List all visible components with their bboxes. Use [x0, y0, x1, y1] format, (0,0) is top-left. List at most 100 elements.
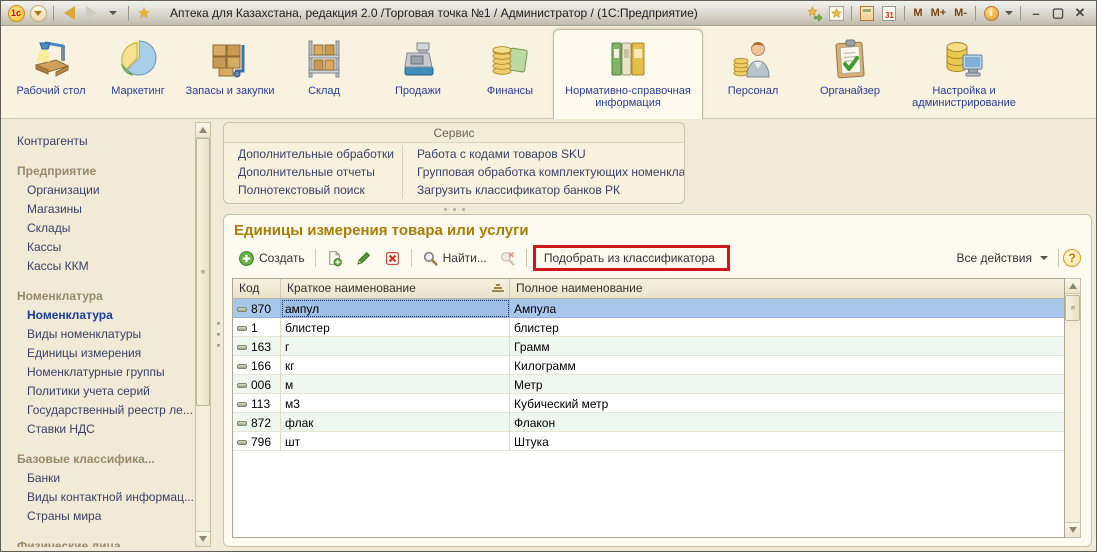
calendar-icon[interactable]: 31	[879, 4, 899, 23]
maximize-button[interactable]: ▢	[1048, 4, 1068, 23]
sidebar-group-label: Номенклатура	[17, 287, 195, 306]
sidebar-splitter[interactable]	[213, 122, 223, 547]
pick-from-classifier-button[interactable]: Подобрать из классификатора	[538, 248, 721, 268]
table-row[interactable]: 163гГрамм	[233, 337, 1064, 356]
create-button[interactable]: Создать	[232, 247, 311, 270]
sidebar-item[interactable]: Страны мира	[17, 507, 195, 526]
sidebar-item[interactable]: Виды номенклатуры	[17, 325, 195, 344]
sidebar-group-label: Базовые классифика...	[17, 450, 195, 469]
service-link[interactable]: Групповая обработка комплектующих номенк…	[417, 163, 685, 181]
catalog-item-icon	[237, 326, 247, 331]
sidebar-item[interactable]: Ставки НДС	[17, 420, 195, 439]
tab-label: Склад	[308, 85, 340, 97]
panel-splitter[interactable]	[223, 204, 685, 214]
shelf-icon	[300, 36, 348, 82]
service-link[interactable]: Полнотекстовый поиск	[238, 181, 394, 199]
catalog-item-icon	[237, 440, 247, 445]
memory-add-button[interactable]: М+	[928, 4, 950, 23]
close-button[interactable]: ✕	[1070, 4, 1090, 23]
ribbon-tab-7[interactable]: Нормативно-справочная информация	[553, 29, 703, 119]
scroll-down-icon[interactable]	[1065, 522, 1080, 537]
service-link[interactable]: Дополнительные обработки	[238, 145, 394, 163]
history-dropdown-icon[interactable]	[103, 4, 123, 23]
ribbon-tab-4[interactable]: Склад	[279, 30, 369, 118]
table-row[interactable]: 870ампулАмпула	[233, 299, 1064, 318]
column-header[interactable]: Краткое наименование	[281, 279, 510, 298]
divider	[975, 6, 976, 21]
units-of-measure-panel: Единицы измерения товара или услуги Созд…	[223, 214, 1092, 547]
short-name-cell: м3	[281, 394, 510, 413]
code-cell: 166	[233, 356, 281, 375]
binders-icon	[604, 36, 652, 82]
edit-item-button[interactable]	[349, 247, 378, 270]
find-button[interactable]: Найти...	[416, 247, 493, 270]
scroll-down-icon[interactable]	[196, 531, 210, 546]
divider	[526, 249, 527, 267]
table-scrollbar[interactable]	[1065, 278, 1081, 538]
back-button[interactable]	[59, 4, 79, 23]
boxes-icon	[206, 36, 254, 82]
sidebar-item[interactable]: Кассы	[17, 238, 195, 257]
ribbon-tab-8[interactable]: Персонал	[703, 30, 803, 118]
chevron-down-icon	[1040, 256, 1048, 260]
ribbon-tab-1[interactable]: Рабочий стол	[7, 30, 95, 118]
sidebar-item[interactable]: Виды контактной информац...	[17, 488, 195, 507]
sidebar-item-selected[interactable]: Номенклатура	[17, 306, 195, 325]
ribbon-tab-5[interactable]: Продажи	[369, 30, 467, 118]
info-icon[interactable]: i	[981, 4, 1001, 23]
help-button[interactable]: ?	[1063, 249, 1081, 267]
sidebar-item[interactable]: Кассы ККМ	[17, 257, 195, 276]
service-link[interactable]: Загрузить классификатор банков РК	[417, 181, 685, 199]
ribbon-tab-3[interactable]: Запасы и закупки	[181, 30, 279, 118]
sidebar-item[interactable]: Склады	[17, 219, 195, 238]
table-row[interactable]: 006мМетр	[233, 375, 1064, 394]
service-link[interactable]: Работа с кодами товаров SKU	[417, 145, 685, 163]
titlebar-right-controls: 31 М М+ М- i – ▢ ✕	[804, 4, 1090, 23]
main-menu-button[interactable]	[28, 4, 48, 23]
ribbon-tab-2[interactable]: Маркетинг	[95, 30, 181, 118]
sidebar-item[interactable]: Государственный реестр ле...	[17, 401, 195, 420]
add-favorite-icon[interactable]	[826, 4, 846, 23]
sidebar-item[interactable]: Банки	[17, 469, 195, 488]
delete-item-button[interactable]	[378, 247, 407, 270]
sidebar-item[interactable]: Политики учета серий	[17, 382, 195, 401]
sidebar: КонтрагентыПредприятиеОрганизацииМагазин…	[5, 122, 213, 547]
sidebar-item[interactable]: Номенклатурные группы	[17, 363, 195, 382]
minimize-button[interactable]: –	[1026, 4, 1046, 23]
table-row[interactable]: 796штШтука	[233, 432, 1064, 451]
scroll-up-icon[interactable]	[1065, 279, 1080, 294]
forward-button[interactable]	[81, 4, 101, 23]
table-row[interactable]: 113м3Кубический метр	[233, 394, 1064, 413]
ribbon-tab-9[interactable]: Органайзер	[803, 30, 897, 118]
service-link[interactable]: Дополнительные отчеты	[238, 163, 394, 181]
copy-item-button[interactable]	[320, 247, 349, 270]
short-name-cell: ампул	[281, 299, 510, 318]
ribbon-tab-6[interactable]: Финансы	[467, 30, 553, 118]
calculator-icon[interactable]	[857, 4, 877, 23]
all-actions-button[interactable]: Все действия	[951, 248, 1054, 268]
ribbon-tab-10[interactable]: Настройка и администрирование	[897, 30, 1031, 118]
goto-link-icon[interactable]	[804, 4, 824, 23]
short-name-cell: блистер	[281, 318, 510, 337]
table-row[interactable]: 1блистерблистер	[233, 318, 1064, 337]
sidebar-item[interactable]: Магазины	[17, 200, 195, 219]
clear-find-button[interactable]	[493, 247, 522, 270]
full-name-cell: блистер	[510, 318, 1064, 337]
divider	[128, 6, 129, 21]
memory-recall-button[interactable]: М	[910, 4, 925, 23]
memory-subtract-button[interactable]: М-	[951, 4, 970, 23]
sidebar-item[interactable]: Организации	[17, 181, 195, 200]
column-header[interactable]: Код	[233, 279, 281, 298]
sidebar-scrollbar[interactable]	[195, 122, 211, 547]
table-row[interactable]: 872флакФлакон	[233, 413, 1064, 432]
sidebar-item[interactable]: Контрагенты	[17, 132, 195, 151]
column-header[interactable]: Полное наименование	[510, 279, 1064, 298]
scroll-up-icon[interactable]	[196, 123, 210, 138]
favorites-star-icon[interactable]: ★	[134, 4, 154, 23]
catalog-item-icon	[237, 402, 247, 407]
sidebar-item[interactable]: Единицы измерения	[17, 344, 195, 363]
1c-logo-icon[interactable]: 1с	[6, 4, 26, 23]
tab-label: Настройка и администрирование	[897, 85, 1031, 109]
info-dropdown-icon[interactable]	[1003, 4, 1015, 23]
table-row[interactable]: 166кгКилограмм	[233, 356, 1064, 375]
